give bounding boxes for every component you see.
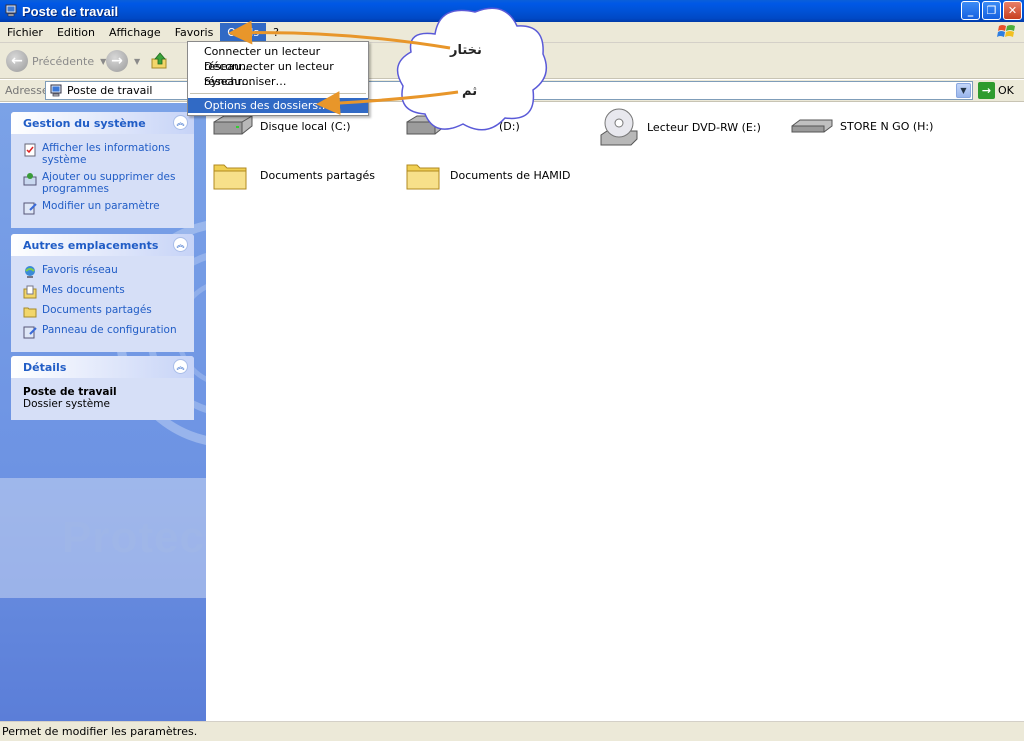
system-tasks-title: Gestion du système [23,117,146,130]
details-type: Dossier système [23,398,110,410]
computer-icon [50,84,62,96]
annotation-text-first: نختار [450,43,482,58]
back-button[interactable]: ← Précédente ▼ [6,50,106,72]
sidebar-item-label: Favoris réseau [42,264,118,276]
menu-favoris[interactable]: Favoris [168,23,221,42]
close-icon: ✕ [1007,4,1018,17]
menu-separator [190,93,366,94]
collapse-chevron-icon[interactable]: ︽ [173,237,188,252]
address-value: Poste de travail [67,84,153,97]
collapse-chevron-icon[interactable]: ︽ [173,359,188,374]
status-text: Permet de modifier les paramètres. [2,725,198,738]
windows-logo-icon [997,25,1015,37]
minimize-button[interactable]: _ [961,1,980,20]
menu-outils[interactable]: Outils [220,22,267,42]
back-label: Précédente [32,54,95,68]
menu-help[interactable]: ? [266,23,286,42]
menu-fichier[interactable]: Fichier [0,23,50,42]
removable-drive-icon [791,119,833,133]
restore-button[interactable]: ❐ [982,1,1001,20]
collapse-chevron-icon[interactable]: ︽ [173,115,188,130]
go-label: OK [998,84,1014,97]
sidebar-item-add-remove-programs[interactable]: Ajouter ou supprimer des programmes [23,171,186,195]
sidebar-item-label: Ajouter ou supprimer des programmes [42,171,176,195]
chevron-down-icon[interactable]: ▼ [134,57,140,66]
chevron-down-icon: ▼ [960,86,967,95]
sidebar-item-change-setting[interactable]: Modifier un paramètre [23,200,186,215]
folder-icon [23,307,37,318]
status-bar: Permet de modifier les paramètres. [0,721,1024,741]
sidebar-item-my-documents[interactable]: Mes documents [23,284,186,299]
details-panel: Détails ︽ Poste de travail Dossier systè… [11,356,194,420]
minimize-icon: _ [967,4,974,17]
drive-label: Disque local (C:) [260,119,351,133]
menu-item-synchronize[interactable]: Synchroniser… [188,74,368,89]
annotation-text-second: ثم [462,84,478,99]
sidebar-item-control-panel[interactable]: Panneau de configuration [23,324,186,339]
sidebar-item-label: Afficher les informations système [42,142,171,166]
details-header[interactable]: Détails ︽ [11,356,194,378]
computer-icon [5,4,17,17]
folder-icon [213,164,247,190]
sidebar-item-shared-documents[interactable]: Documents partagés [23,304,186,319]
my-documents-icon [23,285,37,299]
control-panel-icon [23,202,37,215]
sidebar-item-label: Panneau de configuration [42,324,177,336]
folder-icon [406,164,440,190]
other-places-panel: Autres emplacements ︽ Favoris réseau Mes… [11,234,194,352]
forward-arrow-icon: → [106,50,128,72]
system-info-icon [24,143,36,157]
sidebar-item-label: Modifier un paramètre [42,200,160,212]
system-tasks-panel: Gestion du système ︽ Afficher les inform… [11,112,194,228]
details-name: Poste de travail [23,386,117,398]
folder-item-shared-documents[interactable]: Documents partagés [212,157,375,193]
sidebar-item-label: Mes documents [42,284,125,296]
control-panel-icon [23,326,37,339]
folder-item-hamid-documents[interactable]: Documents de HAMID [405,157,570,193]
menu-item-map-network-drive[interactable]: Connecter un lecteur réseau… [188,44,368,73]
menu-edition[interactable]: Edition [50,23,102,42]
forward-button[interactable]: → ▼ [106,50,140,72]
back-arrow-icon: ← [6,50,28,72]
folder-label: Documents de HAMID [450,168,571,182]
go-button[interactable]: → OK [978,82,1014,99]
menu-affichage[interactable]: Affichage [102,23,168,42]
go-arrow-icon: → [978,82,995,99]
other-places-header[interactable]: Autres emplacements ︽ [11,234,194,256]
system-tasks-header[interactable]: Gestion du système ︽ [11,112,194,134]
menu-item-folder-options[interactable]: Options des dossiers… [188,98,368,113]
annotation-cloud [396,7,548,131]
hard-drive-icon [213,115,253,135]
sidebar-item-system-info[interactable]: Afficher les informations système [23,142,186,166]
folder-label: Documents partagés [260,168,375,182]
task-pane: Protec Gestion du système ︽ Afficher les… [0,103,206,721]
network-places-icon [25,266,35,278]
watermark-text: Protec [62,513,205,562]
sidebar-item-label: Documents partagés [42,304,152,316]
drive-label: STORE N GO (H:) [840,119,934,133]
tools-menu-dropdown: Connecter un lecteur réseau… Déconnecter… [187,41,369,116]
drive-item-h[interactable]: STORE N GO (H:) [790,112,933,140]
menu-item-disconnect-network-drive[interactable]: Déconnecter un lecteur réseau… [188,59,368,88]
dvd-drive-icon [600,108,638,146]
file-list-area: Disque local (C:) (D:) Lecteur DVD-RW (E… [206,103,1024,721]
drive-item-e[interactable]: Lecteur DVD-RW (E:) [597,105,761,149]
sidebar-item-network-places[interactable]: Favoris réseau [23,264,186,279]
close-button[interactable]: ✕ [1003,1,1022,20]
details-title: Détails [23,361,67,374]
restore-icon: ❐ [986,4,997,17]
address-label: Adresse [5,84,49,97]
add-remove-programs-icon [23,173,37,186]
window-title: Poste de travail [22,3,119,19]
drive-label: Lecteur DVD-RW (E:) [647,120,761,134]
address-dropdown-button[interactable]: ▼ [956,83,971,98]
folder-up-icon[interactable] [150,51,170,71]
other-places-title: Autres emplacements [23,239,159,252]
drive-item-c[interactable]: Disque local (C:) [210,112,351,140]
